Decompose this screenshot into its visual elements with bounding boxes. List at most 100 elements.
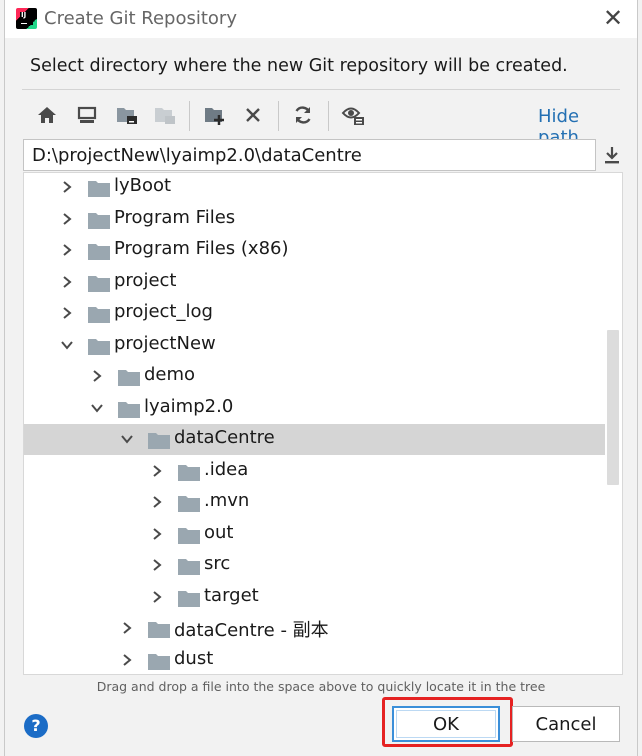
tree-scrollbar-thumb[interactable] — [607, 330, 619, 485]
folder-icon — [178, 527, 200, 544]
tree-item-label: demo — [144, 364, 196, 385]
folder-icon — [88, 338, 110, 355]
module-folder-button[interactable] — [152, 101, 178, 129]
tree-item-label: out — [204, 521, 234, 543]
tree-item-label: lyaimp2.0 — [144, 395, 234, 417]
folder-icon — [148, 433, 170, 449]
cancel-button[interactable]: Cancel — [512, 706, 620, 742]
tree-row[interactable]: target — [24, 582, 605, 613]
path-history-button[interactable] — [599, 141, 625, 169]
tree-row[interactable]: lyBoot — [24, 173, 605, 203]
folder-icon — [118, 370, 140, 386]
chevron-right-icon[interactable] — [60, 275, 74, 289]
module-folder-icon — [155, 108, 175, 124]
tree-row[interactable]: project_log — [24, 298, 605, 329]
folder-icon — [88, 212, 110, 229]
tree-row[interactable]: lyaimp2.0 — [24, 393, 605, 424]
tree-item-label: src — [204, 553, 231, 574]
toolbar-separator — [328, 101, 329, 131]
divider — [22, 89, 620, 90]
chevron-right-icon[interactable] — [120, 621, 134, 635]
delete-icon — [246, 108, 260, 122]
chevron-right-icon[interactable] — [150, 495, 164, 509]
new-folder-icon — [205, 108, 224, 125]
home-button[interactable] — [34, 101, 60, 129]
tree-row[interactable]: out — [24, 519, 605, 550]
tree-item-label: .mvn — [204, 490, 250, 511]
tree-item-label: projectNew — [114, 332, 216, 354]
dialog-title: Create Git Repository — [44, 8, 237, 29]
folder-icon — [88, 275, 110, 292]
tree-item-label: project_log — [114, 301, 213, 322]
chevron-down-icon[interactable] — [120, 432, 134, 446]
tree-row[interactable]: demo — [24, 361, 605, 392]
path-input[interactable] — [23, 139, 596, 171]
tree-item-label: dataCentre — [174, 427, 275, 448]
desktop-button[interactable] — [74, 101, 100, 129]
folder-icon — [88, 244, 110, 260]
tree-item-label: .idea — [204, 458, 249, 480]
folder-icon — [148, 653, 170, 670]
toolbar: Hide path — [22, 98, 622, 148]
tree-row[interactable]: project — [24, 267, 605, 298]
intellij-logo-icon: IJ — [16, 8, 37, 29]
help-button[interactable]: ? — [24, 714, 48, 738]
home-icon — [38, 107, 56, 123]
chevron-down-icon[interactable] — [90, 401, 104, 415]
folder-icon — [88, 307, 110, 323]
title-bar: IJ Create Git Repository ✕ — [5, 0, 637, 38]
ok-button-label: OK — [433, 713, 459, 735]
download-arrow-icon — [605, 147, 619, 164]
chevron-down-icon[interactable] — [60, 338, 74, 352]
create-git-repository-dialog: IJ Create Git Repository ✕ Select direct… — [4, 0, 638, 756]
dialog-description: Select directory where the new Git repos… — [30, 56, 568, 76]
chevron-right-icon[interactable] — [60, 212, 74, 226]
tree-row[interactable]: Program Files (x86) — [24, 235, 605, 266]
chevron-right-icon[interactable] — [150, 590, 164, 604]
folder-icon — [178, 559, 200, 575]
chevron-right-icon[interactable] — [60, 306, 74, 320]
folder-icon — [178, 590, 200, 607]
project-folder-button[interactable] — [114, 101, 140, 129]
chevron-right-icon[interactable] — [120, 653, 134, 667]
desktop-icon — [77, 106, 97, 123]
tree-row[interactable]: dataCentre - 副本 — [24, 613, 605, 644]
cancel-button-label: Cancel — [535, 713, 597, 735]
tree-item-label: Program Files — [114, 206, 236, 228]
tree-row[interactable]: Program Files — [24, 204, 605, 235]
tree-item-label: lyBoot — [114, 175, 172, 196]
tree-item-label: project — [114, 269, 177, 291]
refresh-button[interactable] — [290, 101, 316, 129]
new-folder-button[interactable] — [202, 101, 228, 129]
tree-row[interactable]: .idea — [24, 456, 605, 487]
chevron-right-icon[interactable] — [90, 369, 104, 383]
chevron-right-icon[interactable] — [150, 527, 164, 541]
chevron-right-icon[interactable] — [60, 180, 74, 194]
folder-icon — [88, 181, 110, 197]
chevron-right-icon[interactable] — [150, 464, 164, 478]
toolbar-separator — [189, 101, 190, 131]
show-hidden-button[interactable] — [340, 101, 366, 129]
folder-icon — [118, 401, 140, 418]
tree-row[interactable]: dataCentre — [24, 424, 605, 455]
tree-row[interactable]: dust — [24, 645, 605, 675]
tree-item-label: Program Files (x86) — [114, 238, 289, 259]
chevron-right-icon[interactable] — [60, 243, 74, 257]
tree-item-label: dataCentre - 副本 — [174, 620, 329, 641]
folder-icon — [178, 464, 200, 481]
drag-drop-hint: Drag and drop a file into the space abov… — [96, 679, 546, 694]
folder-icon — [178, 496, 200, 512]
background-window-right — [638, 0, 642, 756]
project-folder-icon — [117, 108, 137, 124]
delete-button[interactable] — [240, 101, 266, 129]
chevron-right-icon[interactable] — [150, 558, 164, 572]
close-button[interactable]: ✕ — [601, 6, 625, 31]
tree-row[interactable]: src — [24, 550, 605, 581]
ok-button[interactable]: OK — [392, 706, 500, 742]
tree-row[interactable]: projectNew — [24, 330, 605, 361]
tree-row[interactable]: .mvn — [24, 487, 605, 518]
directory-tree[interactable]: lyBoot Program Files Program Files (x86) pr… — [23, 172, 623, 675]
tree-item-label: dust — [174, 647, 214, 669]
refresh-icon — [295, 106, 311, 124]
show-hidden-icon — [341, 107, 364, 125]
